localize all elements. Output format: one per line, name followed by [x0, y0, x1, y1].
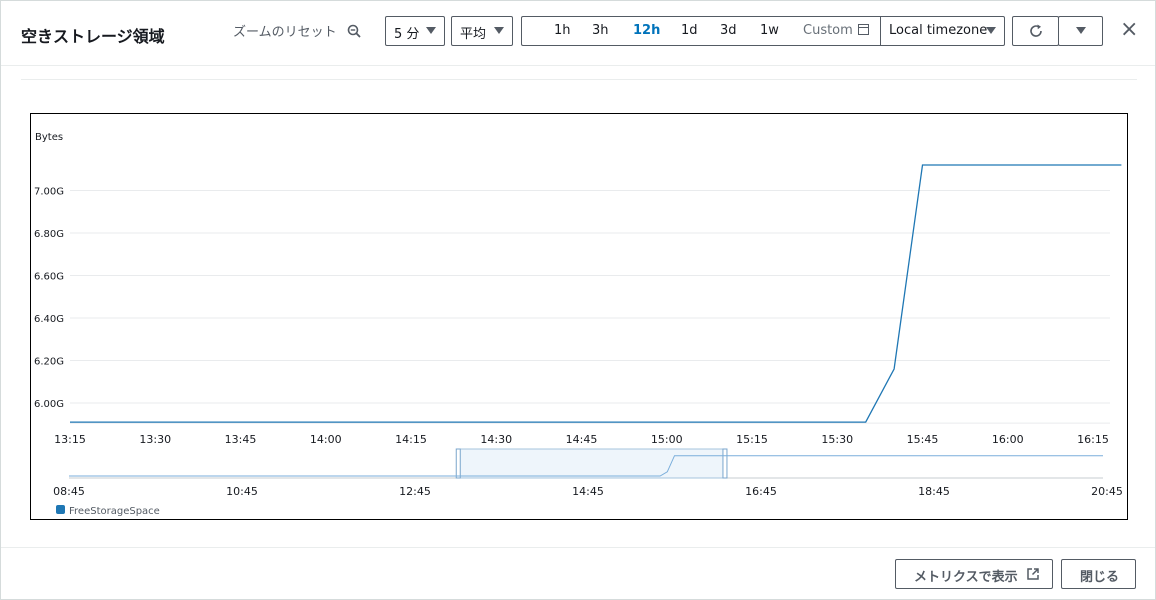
line-chart[interactable]: Bytes 6.00G 6.20G 6.40G 6.60G 6.80G 7.00G 13:15… — [31, 114, 1127, 519]
overview-tick-label: 14:45 — [572, 485, 604, 498]
view-in-metrics-label: メトリクスで表示 — [914, 570, 1018, 585]
timezone-value: Local timezone — [889, 23, 988, 38]
series-line-FreeStorageSpace — [70, 164, 1122, 423]
period-select[interactable]: 5 分 — [385, 16, 445, 46]
caret-down-icon — [1076, 27, 1086, 34]
zoom-out-icon — [347, 22, 361, 40]
zoom-reset-button[interactable]: ズームのリセット — [233, 21, 361, 40]
y-tick-label: 6.40G — [34, 314, 64, 325]
more-options-button[interactable] — [1058, 16, 1103, 46]
metric-modal: 空きストレージ領域 ズームのリセット 5 分 平均 1h 3h 12h 1d 3… — [0, 0, 1156, 600]
x-tick-label: 16:00 — [992, 433, 1024, 446]
x-tick-label: 14:15 — [395, 433, 427, 446]
overview-handle-left — [455, 448, 461, 479]
x-tick-label: 15:15 — [736, 433, 768, 446]
statistic-value: 平均 — [460, 27, 487, 42]
x-tick-label: 15:45 — [907, 433, 939, 446]
caret-down-icon — [494, 27, 504, 34]
x-tick-label: 13:15 — [54, 433, 86, 446]
caret-down-icon — [986, 27, 996, 34]
overview-tick-label: 08:45 — [53, 485, 85, 498]
range-1w[interactable]: 1w — [760, 23, 779, 38]
range-12h[interactable]: 12h — [633, 23, 660, 38]
time-range-group: 1h 3h 12h 1d 3d 1w Custom — [521, 16, 880, 46]
y-tick-label: 7.00G — [34, 187, 64, 198]
x-tick-label: 14:00 — [310, 433, 342, 446]
caret-down-icon — [426, 27, 436, 34]
y-tick-label: 6.80G — [34, 229, 64, 240]
overview-tick-label: 10:45 — [226, 485, 258, 498]
range-1d[interactable]: 1d — [681, 23, 698, 38]
close-icon[interactable]: × — [1120, 19, 1138, 41]
divider — [21, 79, 1137, 80]
x-tick-label: 15:30 — [821, 433, 853, 446]
legend-label: FreeStorageSpace — [69, 506, 160, 517]
x-tick-label: 15:00 — [651, 433, 683, 446]
overview-tick-label: 16:45 — [745, 485, 777, 498]
close-button-label: 閉じる — [1080, 570, 1120, 585]
x-tick-label: 14:45 — [566, 433, 598, 446]
y-tick-label: 6.00G — [34, 399, 64, 410]
calendar-icon[interactable] — [858, 24, 869, 35]
zoom-reset-label: ズームのリセット — [233, 25, 337, 40]
range-3d[interactable]: 3d — [720, 23, 737, 38]
range-1h[interactable]: 1h — [554, 23, 571, 38]
x-tick-label: 13:45 — [225, 433, 257, 446]
x-tick-label: 14:30 — [480, 433, 512, 446]
x-tick-label: 13:30 — [139, 433, 171, 446]
modal-footer — [1, 547, 1155, 548]
overview-tick-label: 20:45 — [1091, 485, 1123, 498]
modal-header: 空きストレージ領域 ズームのリセット 5 分 平均 1h 3h 12h 1d 3… — [1, 1, 1155, 66]
modal-title: 空きストレージ領域 — [21, 27, 165, 46]
range-3h[interactable]: 3h — [592, 23, 609, 38]
overview-tick-label: 12:45 — [399, 485, 431, 498]
close-button[interactable]: 閉じる — [1061, 559, 1136, 589]
legend-swatch — [56, 505, 65, 514]
y-axis-label: Bytes — [35, 132, 63, 143]
y-tick-label: 6.60G — [34, 272, 64, 283]
period-value: 5 分 — [394, 27, 420, 42]
range-custom[interactable]: Custom — [803, 23, 853, 38]
view-in-metrics-button[interactable]: メトリクスで表示 — [895, 559, 1053, 589]
y-tick-label: 6.20G — [34, 357, 64, 368]
timezone-select[interactable]: Local timezone — [880, 16, 1005, 46]
refresh-button[interactable] — [1012, 16, 1059, 46]
chart-container[interactable]: Bytes 6.00G 6.20G 6.40G 6.60G 6.80G 7.00G 13:15… — [30, 113, 1128, 520]
overview-handle-right — [722, 448, 728, 479]
statistic-select[interactable]: 平均 — [451, 16, 513, 46]
overview-tick-label: 18:45 — [918, 485, 950, 498]
x-tick-label: 16:15 — [1077, 433, 1109, 446]
overview-selection — [457, 448, 726, 479]
